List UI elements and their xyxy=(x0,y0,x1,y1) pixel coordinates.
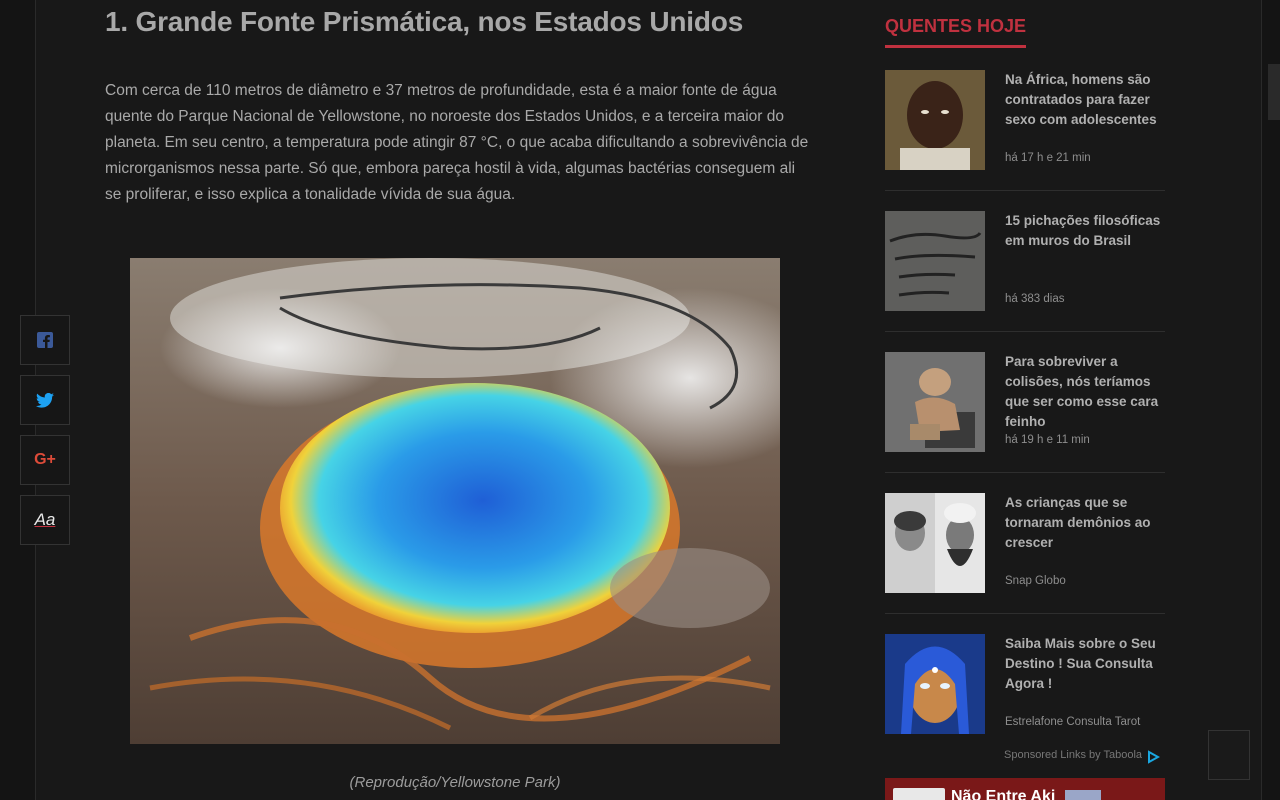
twitter-share-button[interactable] xyxy=(20,375,70,425)
sponsored-links-label[interactable]: Sponsored Links by Taboola xyxy=(1004,749,1142,761)
google-plus-share-button[interactable]: G+ xyxy=(20,435,70,485)
card-title[interactable]: Para sobreviver a colisões, nós teríamos… xyxy=(1005,352,1165,432)
ad-banner[interactable]: Não Entre Aki xyxy=(885,778,1165,800)
sidebar-card[interactable]: Para sobreviver a colisões, nós teríamos… xyxy=(885,352,1165,452)
sidebar-card[interactable]: 15 pichações filosóficas em muros do Bra… xyxy=(885,211,1165,311)
font-size-button[interactable]: Aa xyxy=(20,495,70,545)
card-meta: Snap Globo xyxy=(1005,575,1066,587)
divider xyxy=(885,613,1165,614)
banner-badge xyxy=(1065,790,1101,800)
sidebar-card[interactable]: Na África, homens são contratados para f… xyxy=(885,70,1165,170)
banner-text: Não Entre Aki xyxy=(951,788,1056,800)
banner-logo xyxy=(893,788,945,800)
sidebar-heading: QUENTES HOJE xyxy=(885,16,1027,48)
card-thumbnail[interactable] xyxy=(885,211,985,311)
sidebar-card[interactable]: As crianças que se tornaram demônios ao … xyxy=(885,493,1165,593)
facebook-icon xyxy=(37,332,53,348)
card-title[interactable]: Saiba Mais sobre o Seu Destino ! Sua Con… xyxy=(1005,634,1165,694)
font-size-icon: Aa xyxy=(34,510,56,529)
scrollbar-thumb[interactable] xyxy=(1268,64,1280,120)
sidebar-card[interactable]: Saiba Mais sobre o Seu Destino ! Sua Con… xyxy=(885,634,1165,734)
card-thumbnail[interactable] xyxy=(885,634,985,734)
card-title[interactable]: As crianças que se tornaram demônios ao … xyxy=(1005,493,1165,553)
article-title: 1. Grande Fonte Prismática, nos Estados … xyxy=(105,6,744,37)
card-meta: há 19 h e 11 min xyxy=(1005,434,1090,446)
taboola-icon[interactable] xyxy=(1147,750,1160,764)
card-meta: há 383 dias xyxy=(1005,293,1065,305)
google-plus-icon: G+ xyxy=(34,451,56,468)
divider xyxy=(885,472,1165,473)
card-thumbnail[interactable] xyxy=(885,70,985,170)
back-to-top-button[interactable] xyxy=(1208,730,1250,780)
hot-spring-photo xyxy=(130,258,780,744)
facebook-share-button[interactable] xyxy=(20,315,70,365)
photo-caption: (Reprodução/Yellowstone Park) xyxy=(349,774,561,791)
card-meta: há 17 h e 21 min xyxy=(1005,152,1091,164)
divider xyxy=(885,190,1165,191)
article-body: Com cerca de 110 metros de diâmetro e 37… xyxy=(105,82,809,203)
card-meta: Estrelafone Consulta Tarot xyxy=(1005,716,1141,728)
card-thumbnail[interactable] xyxy=(885,352,985,452)
divider xyxy=(885,331,1165,332)
twitter-icon xyxy=(36,392,54,408)
card-title[interactable]: Na África, homens são contratados para f… xyxy=(1005,70,1165,130)
card-thumbnail[interactable] xyxy=(885,493,985,593)
card-title[interactable]: 15 pichações filosóficas em muros do Bra… xyxy=(1005,211,1165,251)
